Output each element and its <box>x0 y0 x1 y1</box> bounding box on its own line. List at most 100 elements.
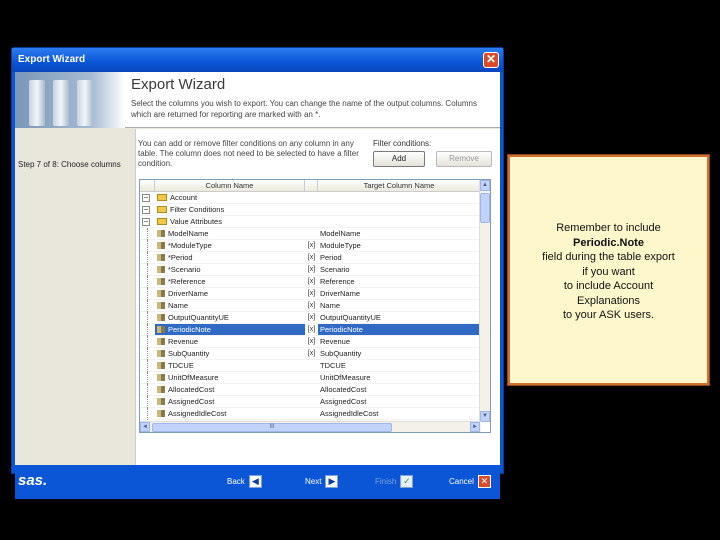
add-filter-button[interactable]: Add <box>373 151 425 167</box>
table-row[interactable]: AllocatedCost AllocatedCost <box>140 384 481 396</box>
column-name-cell[interactable]: AssignedIdleCost <box>155 408 305 419</box>
close-icon[interactable]: ✕ <box>483 52 499 68</box>
horizontal-scrollbar[interactable]: ◄ III ► <box>140 421 481 432</box>
export-checkbox[interactable]: [x] <box>305 252 318 263</box>
column-name-cell[interactable]: TDCUE <box>155 360 305 371</box>
table-row[interactable]: − Value Attributes <box>140 216 481 228</box>
hscroll-thumb[interactable]: III <box>152 423 392 432</box>
next-button[interactable]: Next ▶ <box>305 475 339 488</box>
scroll-up-icon[interactable]: ▲ <box>480 180 490 191</box>
export-checkbox[interactable]: [x] <box>305 300 318 311</box>
target-column-cell[interactable] <box>318 192 481 203</box>
finish-button[interactable]: Finish ✓ <box>375 475 414 488</box>
export-checkbox[interactable]: [x] <box>305 288 318 299</box>
target-column-header[interactable]: Target Column Name <box>318 180 481 191</box>
column-name-cell[interactable]: PeriodicNote <box>155 324 305 335</box>
column-name-cell[interactable]: *Reference <box>155 276 305 287</box>
column-name-cell[interactable]: OutputQuantityUE <box>155 312 305 323</box>
export-checkbox[interactable] <box>305 204 318 215</box>
scroll-right-icon[interactable]: ► <box>470 422 480 432</box>
column-name-cell[interactable]: Filter Conditions <box>155 204 305 215</box>
column-name-cell[interactable]: Revenue <box>155 336 305 347</box>
table-row[interactable]: − Filter Conditions <box>140 204 481 216</box>
export-checkbox[interactable]: [x] <box>305 264 318 275</box>
export-checkbox[interactable]: [x] <box>305 348 318 359</box>
cancel-button[interactable]: Cancel ✕ <box>449 475 491 488</box>
target-column-cell[interactable]: Scenario <box>318 264 481 275</box>
expand-collapse-icon[interactable]: − <box>142 218 150 226</box>
target-column-cell[interactable]: AllocatedCost <box>318 384 481 395</box>
column-name-cell[interactable]: UnitOfMeasure <box>155 372 305 383</box>
export-checkbox[interactable] <box>305 192 318 203</box>
export-checkbox[interactable] <box>305 396 318 407</box>
table-row[interactable]: *Period [x] Period <box>140 252 481 264</box>
table-row[interactable]: Revenue [x] Revenue <box>140 336 481 348</box>
back-button[interactable]: Back ◀ <box>227 475 262 488</box>
export-checkbox[interactable] <box>305 372 318 383</box>
column-name-header[interactable]: Column Name <box>155 180 305 191</box>
column-name-cell[interactable]: ModelName <box>155 228 305 239</box>
remove-filter-button[interactable]: Remove <box>436 151 492 167</box>
table-row[interactable]: DriverName [x] DriverName <box>140 288 481 300</box>
target-column-cell[interactable]: Revenue <box>318 336 481 347</box>
table-row[interactable]: − Account <box>140 192 481 204</box>
expand-collapse-icon[interactable]: − <box>142 194 150 202</box>
column-name-cell[interactable]: Value Attributes <box>155 216 305 227</box>
export-checkbox[interactable] <box>305 228 318 239</box>
target-column-cell[interactable]: AssignedIdleCost <box>318 408 481 419</box>
target-column-cell[interactable]: AssignedCost <box>318 396 481 407</box>
target-column-cell[interactable]: DriverName <box>318 288 481 299</box>
target-column-cell[interactable] <box>318 204 481 215</box>
tree-cell <box>140 288 155 300</box>
column-name-cell[interactable]: SubQuantity <box>155 348 305 359</box>
table-row[interactable]: *ModuleType [x] ModuleType <box>140 240 481 252</box>
table-row[interactable]: *Scenario [x] Scenario <box>140 264 481 276</box>
column-name-cell[interactable]: *ModuleType <box>155 240 305 251</box>
table-row[interactable]: UnitOfMeasure UnitOfMeasure <box>140 372 481 384</box>
table-row[interactable]: ModelName ModelName <box>140 228 481 240</box>
expand-collapse-icon[interactable]: − <box>142 206 150 214</box>
export-checkbox[interactable] <box>305 216 318 227</box>
column-name-cell[interactable]: Account <box>155 192 305 203</box>
export-checkbox[interactable]: [x] <box>305 240 318 251</box>
column-name-cell[interactable]: *Scenario <box>155 264 305 275</box>
target-column-cell[interactable]: TDCUE <box>318 360 481 371</box>
table-row[interactable]: PeriodicNote [x] PeriodicNote <box>140 324 481 336</box>
target-column-cell[interactable]: SubQuantity <box>318 348 481 359</box>
column-name-cell[interactable]: DriverName <box>155 288 305 299</box>
column-name-cell[interactable]: Name <box>155 300 305 311</box>
table-row[interactable]: AssignedIdleCost AssignedIdleCost <box>140 408 481 420</box>
target-column-cell[interactable]: ModelName <box>318 228 481 239</box>
table-row[interactable]: AssignedCost AssignedCost <box>140 396 481 408</box>
export-checkbox[interactable]: [x] <box>305 324 318 335</box>
target-column-cell[interactable] <box>318 216 481 227</box>
target-column-cell[interactable]: UnitOfMeasure <box>318 372 481 383</box>
export-checkbox[interactable]: [x] <box>305 276 318 287</box>
vertical-scrollbar[interactable]: ▲ ▼ <box>479 180 490 422</box>
table-row[interactable]: Name [x] Name <box>140 300 481 312</box>
target-column-cell[interactable]: Reference <box>318 276 481 287</box>
table-row[interactable]: TDCUE TDCUE <box>140 360 481 372</box>
table-row[interactable]: *Reference [x] Reference <box>140 276 481 288</box>
target-column-cell[interactable]: OutputQuantityUE <box>318 312 481 323</box>
column-name-cell[interactable]: *Period <box>155 252 305 263</box>
target-column-cell[interactable]: PeriodicNote <box>318 324 481 335</box>
back-arrow-icon: ◀ <box>248 475 262 488</box>
scroll-left-icon[interactable]: ◄ <box>140 422 150 432</box>
column-name-cell[interactable]: AllocatedCost <box>155 384 305 395</box>
export-checkbox[interactable]: [x] <box>305 336 318 347</box>
table-row[interactable]: SubQuantity [x] SubQuantity <box>140 348 481 360</box>
scroll-thumb[interactable] <box>480 193 490 223</box>
scroll-down-icon[interactable]: ▼ <box>480 411 490 422</box>
column-name-cell[interactable]: AssignedCost <box>155 396 305 407</box>
target-column-cell[interactable]: Period <box>318 252 481 263</box>
target-column-cell[interactable]: ModuleType <box>318 240 481 251</box>
export-checkbox[interactable] <box>305 360 318 371</box>
column-icon <box>157 254 165 261</box>
export-checkbox[interactable]: [x] <box>305 312 318 323</box>
tree-line <box>147 384 148 396</box>
export-checkbox[interactable] <box>305 408 318 419</box>
target-column-cell[interactable]: Name <box>318 300 481 311</box>
table-row[interactable]: OutputQuantityUE [x] OutputQuantityUE <box>140 312 481 324</box>
export-checkbox[interactable] <box>305 384 318 395</box>
